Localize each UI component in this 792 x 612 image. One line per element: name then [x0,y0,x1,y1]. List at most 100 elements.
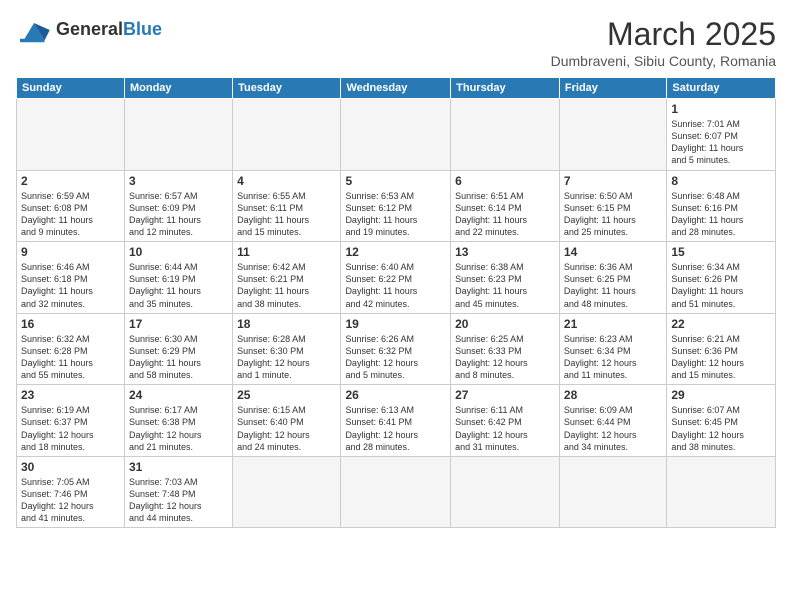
day-number: 20 [455,317,555,331]
day-info: Sunrise: 6:44 AM Sunset: 6:19 PM Dayligh… [129,261,228,310]
day-info: Sunrise: 6:50 AM Sunset: 6:15 PM Dayligh… [564,190,662,239]
day-number: 4 [237,174,336,188]
day-info: Sunrise: 7:05 AM Sunset: 7:46 PM Dayligh… [21,476,120,525]
calendar-cell: 9 Sunrise: 6:46 AM Sunset: 6:18 PM Daylig… [17,242,125,314]
day-info: Sunrise: 6:13 AM Sunset: 6:41 PM Dayligh… [345,404,446,453]
day-number: 28 [564,388,662,402]
day-number: 18 [237,317,336,331]
day-number: 24 [129,388,228,402]
header-wednesday: Wednesday [341,78,451,99]
calendar-cell: 11 Sunrise: 6:42 AM Sunset: 6:21 PM Dayli… [233,242,341,314]
calendar-cell [17,99,125,171]
day-info: Sunrise: 7:01 AM Sunset: 6:07 PM Dayligh… [671,118,771,167]
day-number: 21 [564,317,662,331]
calendar-cell: 4 Sunrise: 6:55 AM Sunset: 6:11 PM Daylig… [233,170,341,242]
day-number: 26 [345,388,446,402]
calendar-cell: 31Sunrise: 7:03 AM Sunset: 7:48 PM Dayli… [124,456,232,528]
day-number: 14 [564,245,662,259]
day-info: Sunrise: 6:36 AM Sunset: 6:25 PM Dayligh… [564,261,662,310]
calendar-row-2: 9 Sunrise: 6:46 AM Sunset: 6:18 PM Daylig… [17,242,776,314]
day-info: Sunrise: 6:59 AM Sunset: 6:08 PM Dayligh… [21,190,120,239]
calendar-cell: 15 Sunrise: 6:34 AM Sunset: 6:26 PM Dayli… [667,242,776,314]
day-info: Sunrise: 6:07 AM Sunset: 6:45 PM Dayligh… [671,404,771,453]
calendar-cell: 6Sunrise: 6:51 AM Sunset: 6:14 PM Daylig… [451,170,560,242]
day-number: 16 [21,317,120,331]
calendar-cell [233,456,341,528]
header-thursday: Thursday [451,78,560,99]
calendar-cell [341,456,451,528]
header-friday: Friday [559,78,666,99]
day-number: 30 [21,460,120,474]
calendar-row-1: 2Sunrise: 6:59 AM Sunset: 6:08 PM Daylig… [17,170,776,242]
calendar-cell [451,99,560,171]
day-info: Sunrise: 6:25 AM Sunset: 6:33 PM Dayligh… [455,333,555,382]
calendar-cell: 18 Sunrise: 6:28 AM Sunset: 6:30 PM Dayli… [233,313,341,385]
calendar-cell [124,99,232,171]
day-info: Sunrise: 6:48 AM Sunset: 6:16 PM Dayligh… [671,190,771,239]
day-info: Sunrise: 6:40 AM Sunset: 6:22 PM Dayligh… [345,261,446,310]
calendar-cell: 16 Sunrise: 6:32 AM Sunset: 6:28 PM Dayli… [17,313,125,385]
header-saturday: Saturday [667,78,776,99]
day-number: 15 [671,245,771,259]
logo: GeneralBlue [16,16,162,44]
day-info: Sunrise: 6:21 AM Sunset: 6:36 PM Dayligh… [671,333,771,382]
calendar-cell: 1 Sunrise: 7:01 AM Sunset: 6:07 PM Daylig… [667,99,776,171]
calendar-table: Sunday Monday Tuesday Wednesday Thursday… [16,77,776,528]
calendar-cell: 2Sunrise: 6:59 AM Sunset: 6:08 PM Daylig… [17,170,125,242]
calendar-cell: 28 Sunrise: 6:09 AM Sunset: 6:44 PM Dayli… [559,385,666,457]
day-info: Sunrise: 6:34 AM Sunset: 6:26 PM Dayligh… [671,261,771,310]
day-number: 17 [129,317,228,331]
calendar-cell: 24 Sunrise: 6:17 AM Sunset: 6:38 PM Dayli… [124,385,232,457]
day-number: 9 [21,245,120,259]
header-tuesday: Tuesday [233,78,341,99]
weekday-header-row: Sunday Monday Tuesday Wednesday Thursday… [17,78,776,99]
day-info: Sunrise: 6:46 AM Sunset: 6:18 PM Dayligh… [21,261,120,310]
day-number: 11 [237,245,336,259]
day-info: Sunrise: 6:19 AM Sunset: 6:37 PM Dayligh… [21,404,120,453]
day-info: Sunrise: 6:53 AM Sunset: 6:12 PM Dayligh… [345,190,446,239]
calendar-cell: 12 Sunrise: 6:40 AM Sunset: 6:22 PM Dayli… [341,242,451,314]
calendar-cell: 14 Sunrise: 6:36 AM Sunset: 6:25 PM Dayli… [559,242,666,314]
day-number: 22 [671,317,771,331]
day-info: Sunrise: 7:03 AM Sunset: 7:48 PM Dayligh… [129,476,228,525]
day-info: Sunrise: 6:26 AM Sunset: 6:32 PM Dayligh… [345,333,446,382]
calendar-cell [559,456,666,528]
day-number: 1 [671,102,771,116]
day-number: 23 [21,388,120,402]
calendar-cell [667,456,776,528]
day-number: 12 [345,245,446,259]
calendar-cell: 29 Sunrise: 6:07 AM Sunset: 6:45 PM Dayli… [667,385,776,457]
day-number: 13 [455,245,555,259]
logo-icon [16,16,52,44]
header: GeneralBlue March 2025 Dumbraveni, Sibiu… [16,16,776,69]
day-info: Sunrise: 6:38 AM Sunset: 6:23 PM Dayligh… [455,261,555,310]
calendar-cell [559,99,666,171]
day-number: 8 [671,174,771,188]
calendar-cell: 13 Sunrise: 6:38 AM Sunset: 6:23 PM Dayli… [451,242,560,314]
day-number: 10 [129,245,228,259]
calendar-cell: 8 Sunrise: 6:48 AM Sunset: 6:16 PM Daylig… [667,170,776,242]
day-info: Sunrise: 6:51 AM Sunset: 6:14 PM Dayligh… [455,190,555,239]
day-number: 3 [129,174,228,188]
calendar-cell: 5Sunrise: 6:53 AM Sunset: 6:12 PM Daylig… [341,170,451,242]
calendar-cell: 17 Sunrise: 6:30 AM Sunset: 6:29 PM Dayli… [124,313,232,385]
day-info: Sunrise: 6:09 AM Sunset: 6:44 PM Dayligh… [564,404,662,453]
day-info: Sunrise: 6:32 AM Sunset: 6:28 PM Dayligh… [21,333,120,382]
title-block: March 2025 Dumbraveni, Sibiu County, Rom… [551,16,776,69]
day-info: Sunrise: 6:17 AM Sunset: 6:38 PM Dayligh… [129,404,228,453]
day-info: Sunrise: 6:55 AM Sunset: 6:11 PM Dayligh… [237,190,336,239]
calendar-cell: 21 Sunrise: 6:23 AM Sunset: 6:34 PM Dayli… [559,313,666,385]
day-info: Sunrise: 6:30 AM Sunset: 6:29 PM Dayligh… [129,333,228,382]
day-number: 7 [564,174,662,188]
day-info: Sunrise: 6:28 AM Sunset: 6:30 PM Dayligh… [237,333,336,382]
day-info: Sunrise: 6:15 AM Sunset: 6:40 PM Dayligh… [237,404,336,453]
month-year-title: March 2025 [551,16,776,53]
day-number: 29 [671,388,771,402]
calendar-cell [341,99,451,171]
day-info: Sunrise: 6:42 AM Sunset: 6:21 PM Dayligh… [237,261,336,310]
calendar-row-5: 30 Sunrise: 7:05 AM Sunset: 7:46 PM Dayli… [17,456,776,528]
calendar-cell [233,99,341,171]
day-info: Sunrise: 6:11 AM Sunset: 6:42 PM Dayligh… [455,404,555,453]
calendar-row-3: 16 Sunrise: 6:32 AM Sunset: 6:28 PM Dayli… [17,313,776,385]
day-info: Sunrise: 6:23 AM Sunset: 6:34 PM Dayligh… [564,333,662,382]
